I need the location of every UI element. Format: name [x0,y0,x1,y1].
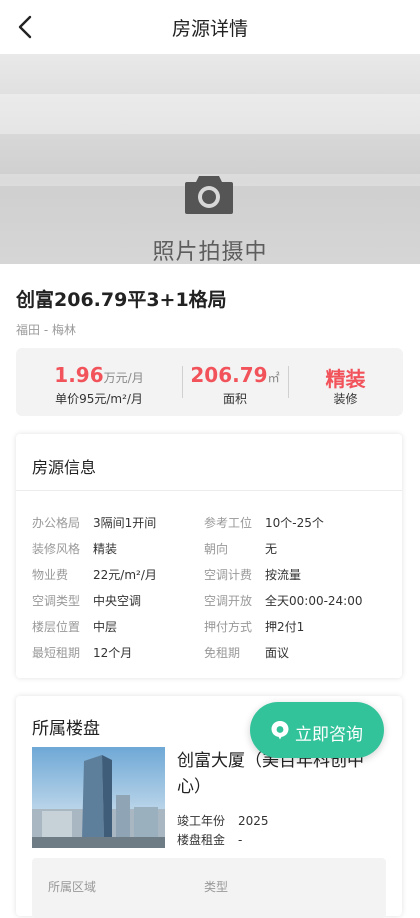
info-key: 免租期 [204,646,241,660]
building-photo[interactable] [32,747,165,848]
stats-panel: 1.96万元/月 单价95元/m²/月 206.79㎡ 面积 精装 装修 [16,348,403,416]
info-item: 朝向 无 [204,540,277,557]
info-value: 12个月 [93,646,133,660]
district-panel: 所属区域 类型 [32,858,386,918]
area-value: 206.79 [190,363,268,387]
info-item: 办公格局 3隔间1开间 [32,514,156,531]
info-key: 空调类型 [32,594,81,608]
photo-caption: 照片拍摄中 [152,240,268,264]
info-key: 办公格局 [32,516,81,530]
info-item: 押付方式 押2付1 [204,618,304,635]
price-value-line: 1.96万元/月 [16,363,182,387]
info-value: 面议 [265,646,290,660]
info-card-title: 房源信息 [32,458,97,477]
building-section-title: 所属楼盘 [32,719,100,739]
info-item: 空调计费 按流量 [204,566,301,583]
price-value: 1.96 [54,363,104,387]
info-key: 空调开放 [204,594,253,608]
area-stat: 206.79㎡ 面积 [182,348,288,416]
info-item: 空调开放 全天00:00-24:00 [204,592,363,609]
top-bar: 房源详情 [0,0,420,54]
listing-title: 创富206.79平3+1格局 [16,289,227,311]
price-stat: 1.96万元/月 单价95元/m²/月 [16,348,182,416]
photo-backdrop [0,94,420,134]
camera-icon [185,176,233,214]
info-value: 10个-25个 [265,516,324,530]
info-item: 楼层位置 中层 [32,618,117,635]
info-value: 全天00:00-24:00 [265,594,363,608]
info-item: 免租期 面议 [204,644,289,661]
listing-location: 福田 - 梅林 [16,323,76,337]
info-value: 中层 [93,620,118,634]
info-value: 无 [265,542,278,556]
type-label: 类型 [204,880,229,894]
consult-now-button[interactable]: 立即咨询 [250,702,384,758]
info-key: 装修风格 [32,542,81,556]
info-value: 精装 [93,542,118,556]
unit-price: 单价95元/m²/月 [55,392,143,406]
info-key: 楼层位置 [32,620,81,634]
area-unit: ㎡ [267,371,280,385]
completion-year-value: 2025 [238,814,269,828]
info-value: 按流量 [265,568,302,582]
chat-bubble-icon [271,721,289,740]
price-unit: 万元/月 [103,371,144,385]
completion-year-label: 竣工年份 [177,814,226,828]
info-value: 中央空调 [93,594,142,608]
divider [16,490,402,491]
completion-year-row: 竣工年份 2025 [177,812,269,829]
info-value: 3隔间1开间 [93,516,157,530]
info-item: 空调类型 中央空调 [32,592,141,609]
consult-now-label: 立即咨询 [295,725,363,745]
info-key: 物业费 [32,568,69,582]
info-value: 22元/m²/月 [93,568,157,582]
info-key: 押付方式 [204,620,253,634]
decor-value: 精装 [325,367,366,391]
decor-stat: 精装 装修 [288,348,403,416]
info-item: 装修风格 精装 [32,540,117,557]
info-key: 参考工位 [204,516,253,530]
building-rent-value: - [238,833,243,847]
area-label: 面积 [222,392,247,406]
decor-label: 装修 [333,392,358,406]
area-value-line: 206.79㎡ [182,363,288,387]
listing-info-card: 房源信息 办公格局 3隔间1开间 参考工位 10个-25个 装修风格 精装 朝向 无 物… [16,434,402,678]
info-item: 最短租期 12个月 [32,644,132,661]
page-title: 房源详情 [171,18,248,40]
district-label: 所属区域 [48,880,97,894]
building-rent-label: 楼盘租金 [177,833,226,847]
info-key: 空调计费 [204,568,253,582]
info-value: 押2付1 [265,620,305,634]
info-key: 最短租期 [32,646,81,660]
building-rent-row: 楼盘租金 - [177,831,242,848]
info-item: 物业费 22元/m²/月 [32,566,157,583]
info-key: 朝向 [204,542,229,556]
info-item: 参考工位 10个-25个 [204,514,324,531]
listing-photo[interactable]: 照片拍摄中 [0,54,420,264]
